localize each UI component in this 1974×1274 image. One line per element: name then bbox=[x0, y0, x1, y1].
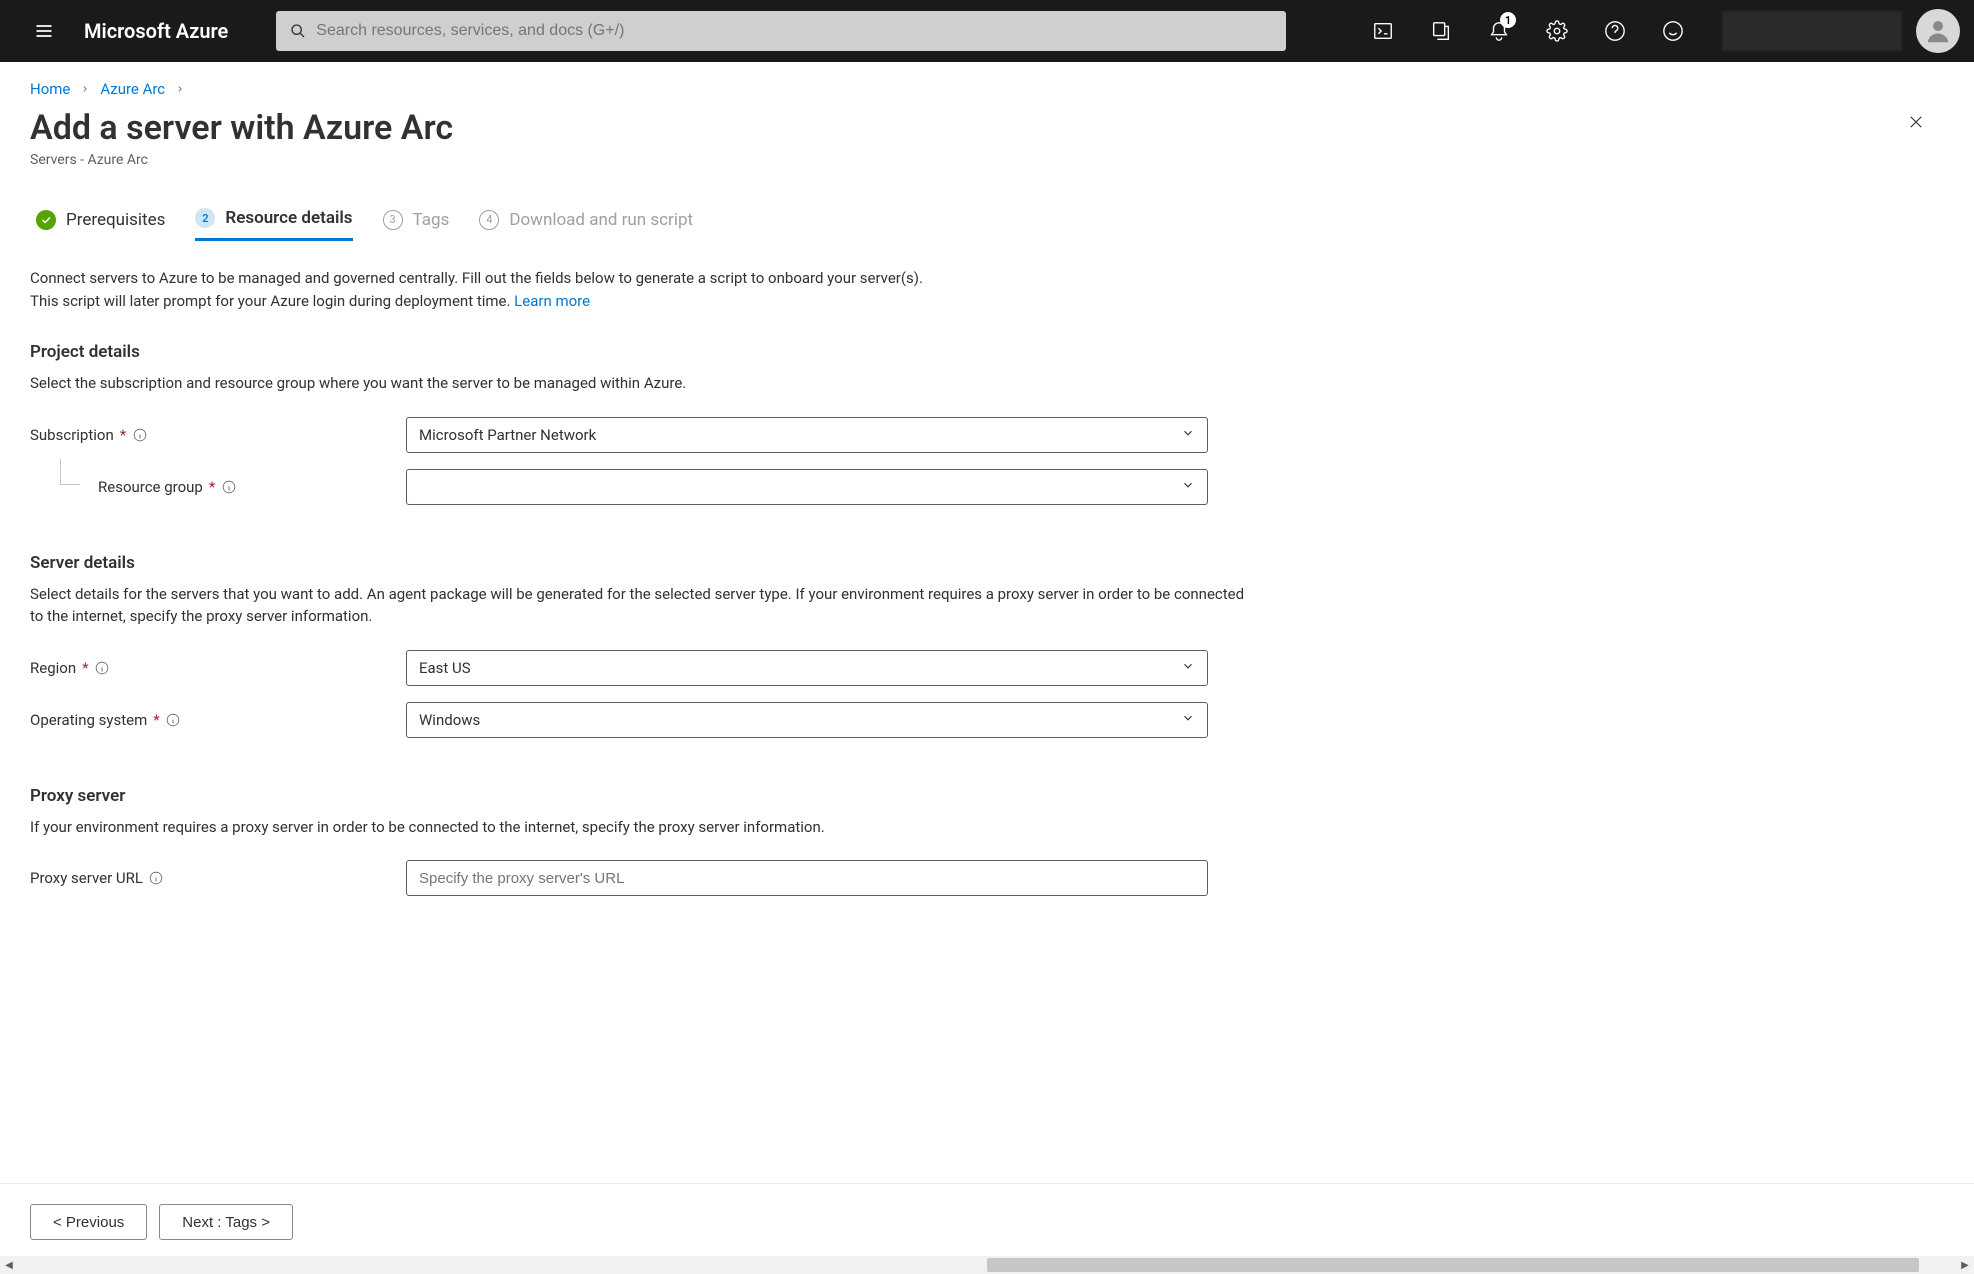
intro-line2: This script will later prompt for your A… bbox=[30, 292, 514, 310]
tree-connector-icon bbox=[60, 459, 80, 485]
search-input[interactable] bbox=[316, 22, 1272, 40]
wizard-steps: Prerequisites 2 Resource details 3 Tags … bbox=[0, 168, 1974, 241]
proxy-url-label: Proxy server URL bbox=[30, 869, 406, 887]
required-marker: * bbox=[153, 711, 159, 729]
notification-badge: 1 bbox=[1500, 12, 1516, 28]
topbar-actions: 1 bbox=[1354, 2, 1702, 60]
scrollbar-track[interactable] bbox=[16, 1256, 1958, 1274]
chevron-right-icon bbox=[80, 80, 90, 98]
page-subtitle: Servers - Azure Arc bbox=[30, 152, 453, 168]
step-tags[interactable]: 3 Tags bbox=[383, 210, 450, 240]
os-row: Operating system * Windows bbox=[30, 702, 1250, 738]
chevron-down-icon bbox=[1181, 426, 1195, 444]
resource-group-row: Resource group * bbox=[30, 469, 1250, 505]
horizontal-scrollbar[interactable]: ◀ ▶ bbox=[0, 1256, 1974, 1274]
step-label: Resource details bbox=[225, 208, 352, 228]
page-title: Add a server with Azure Arc bbox=[30, 108, 453, 148]
wizard-footer: < Previous Next : Tags > bbox=[0, 1183, 1974, 1256]
step-label: Tags bbox=[413, 210, 450, 230]
settings-gear-icon[interactable] bbox=[1528, 2, 1586, 60]
directory-switch-icon[interactable] bbox=[1412, 2, 1470, 60]
proxy-heading: Proxy server bbox=[30, 786, 1250, 806]
region-row: Region * East US bbox=[30, 650, 1250, 686]
subscription-dropdown[interactable]: Microsoft Partner Network bbox=[406, 417, 1208, 453]
resource-group-dropdown[interactable] bbox=[406, 469, 1208, 505]
global-search[interactable] bbox=[276, 11, 1286, 51]
server-details-heading: Server details bbox=[30, 553, 1250, 573]
os-dropdown[interactable]: Windows bbox=[406, 702, 1208, 738]
proxy-url-field[interactable] bbox=[406, 860, 1208, 896]
page-header: Add a server with Azure Arc Servers - Az… bbox=[0, 98, 1974, 168]
avatar[interactable] bbox=[1916, 9, 1960, 53]
info-icon[interactable] bbox=[166, 712, 181, 727]
required-marker: * bbox=[82, 659, 88, 677]
search-icon bbox=[290, 23, 306, 39]
step-label: Download and run script bbox=[509, 210, 693, 230]
breadcrumb-home[interactable]: Home bbox=[30, 80, 70, 98]
region-value: East US bbox=[419, 659, 471, 677]
intro-text: Connect servers to Azure to be managed a… bbox=[30, 267, 1250, 312]
project-details-desc: Select the subscription and resource gro… bbox=[30, 372, 1250, 395]
brand-label: Microsoft Azure bbox=[74, 19, 246, 43]
info-icon[interactable] bbox=[221, 479, 236, 494]
subscription-row: Subscription * Microsoft Partner Network bbox=[30, 417, 1250, 453]
close-button[interactable] bbox=[1898, 104, 1934, 140]
step-resource-details[interactable]: 2 Resource details bbox=[195, 208, 352, 241]
label-text: Proxy server URL bbox=[30, 869, 143, 887]
chevron-right-icon bbox=[175, 80, 185, 98]
previous-button[interactable]: < Previous bbox=[30, 1204, 147, 1240]
label-text: Region bbox=[30, 659, 76, 677]
learn-more-link[interactable]: Learn more bbox=[514, 292, 590, 310]
info-icon[interactable] bbox=[132, 427, 147, 442]
step-number-icon: 2 bbox=[195, 208, 215, 228]
notifications-icon[interactable]: 1 bbox=[1470, 2, 1528, 60]
scroll-left-icon[interactable]: ◀ bbox=[2, 1260, 16, 1271]
proxy-desc: If your environment requires a proxy ser… bbox=[30, 816, 1250, 839]
server-details-desc: Select details for the servers that you … bbox=[30, 583, 1250, 628]
info-icon[interactable] bbox=[149, 871, 164, 886]
chevron-down-icon bbox=[1181, 478, 1195, 496]
label-text: Operating system bbox=[30, 711, 147, 729]
required-marker: * bbox=[120, 426, 126, 444]
label-text: Subscription bbox=[30, 426, 114, 444]
subscription-value: Microsoft Partner Network bbox=[419, 426, 596, 444]
topbar: Microsoft Azure 1 bbox=[0, 0, 1974, 62]
account-name-redacted bbox=[1722, 11, 1902, 51]
proxy-url-input[interactable] bbox=[419, 861, 1195, 895]
region-label: Region * bbox=[30, 659, 406, 677]
required-marker: * bbox=[209, 478, 215, 496]
step-number-icon: 4 bbox=[479, 210, 499, 230]
feedback-smile-icon[interactable] bbox=[1644, 2, 1702, 60]
os-value: Windows bbox=[419, 711, 480, 729]
proxy-url-row: Proxy server URL bbox=[30, 860, 1250, 896]
next-button[interactable]: Next : Tags > bbox=[159, 1204, 293, 1240]
step-prerequisites[interactable]: Prerequisites bbox=[36, 210, 165, 240]
main-content: Connect servers to Azure to be managed a… bbox=[0, 241, 1280, 1032]
chevron-down-icon bbox=[1181, 711, 1195, 729]
label-text: Resource group bbox=[98, 478, 203, 496]
subscription-label: Subscription * bbox=[30, 426, 406, 444]
hamburger-icon[interactable] bbox=[24, 11, 64, 51]
region-dropdown[interactable]: East US bbox=[406, 650, 1208, 686]
step-number-icon: 3 bbox=[383, 210, 403, 230]
breadcrumb-azure-arc[interactable]: Azure Arc bbox=[100, 80, 165, 98]
account-menu[interactable] bbox=[1702, 2, 1964, 60]
project-details-heading: Project details bbox=[30, 342, 1250, 362]
help-icon[interactable] bbox=[1586, 2, 1644, 60]
info-icon[interactable] bbox=[95, 660, 110, 675]
step-label: Prerequisites bbox=[66, 210, 165, 230]
scrollbar-thumb[interactable] bbox=[987, 1258, 1919, 1272]
breadcrumb: Home Azure Arc bbox=[0, 62, 1974, 98]
resource-group-label: Resource group * bbox=[98, 478, 406, 496]
check-icon bbox=[36, 210, 56, 230]
chevron-down-icon bbox=[1181, 659, 1195, 677]
cloud-shell-icon[interactable] bbox=[1354, 2, 1412, 60]
intro-line1: Connect servers to Azure to be managed a… bbox=[30, 269, 923, 287]
os-label: Operating system * bbox=[30, 711, 406, 729]
scroll-right-icon[interactable]: ▶ bbox=[1958, 1260, 1972, 1271]
step-download-script[interactable]: 4 Download and run script bbox=[479, 210, 693, 240]
